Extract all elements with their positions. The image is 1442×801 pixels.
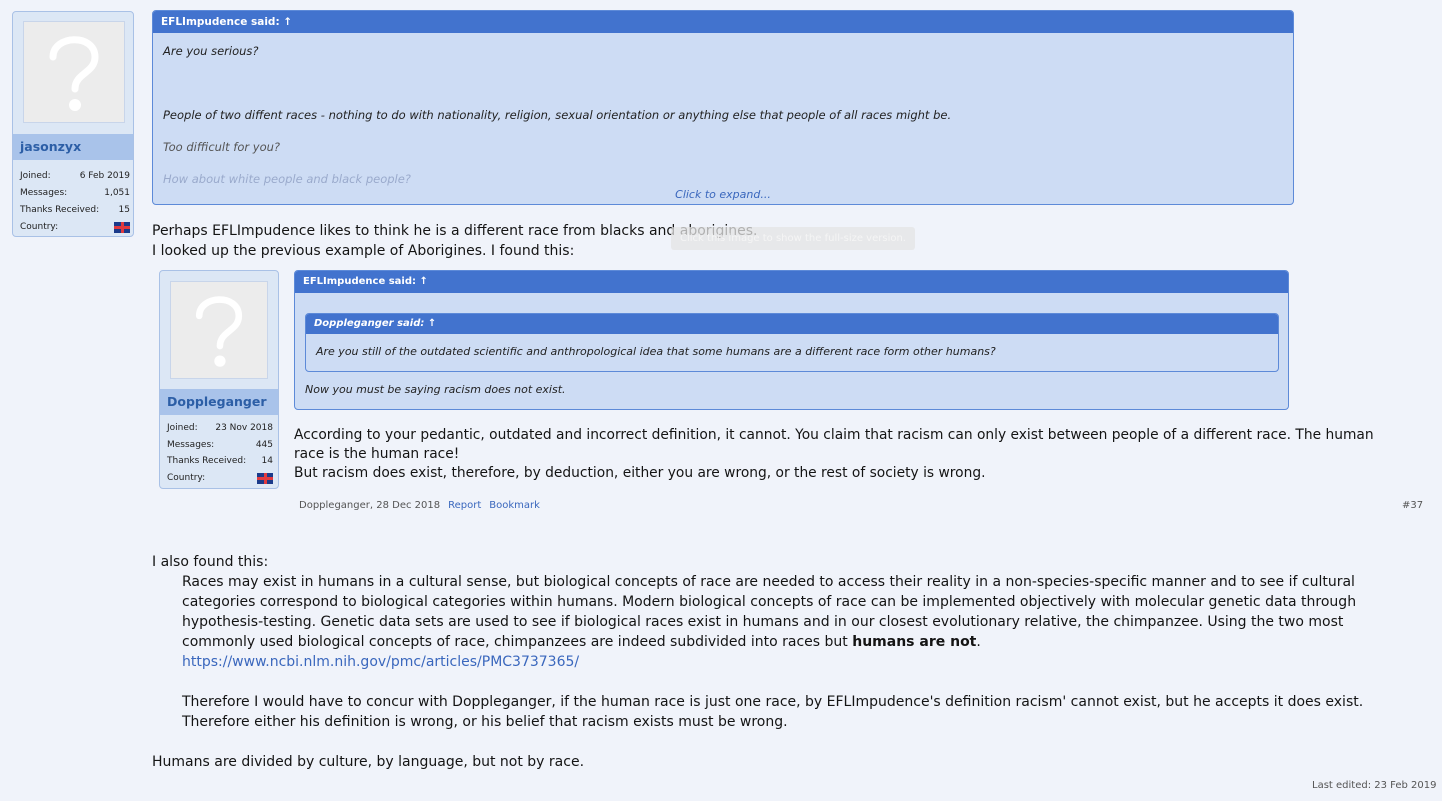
uk-flag-icon	[257, 472, 273, 484]
body-line: I also found this:	[152, 554, 269, 570]
quote-line: People of two diffent races - nothing to…	[163, 108, 952, 122]
citation-bold: humans are not	[852, 634, 977, 650]
country-label: Country:	[167, 472, 206, 483]
post-meta: Doppleganger, 28 Dec 2018 Report Bookmark	[299, 500, 540, 511]
quote-line: How about white people and black people?	[163, 172, 411, 186]
body-line: According to your pedantic, outdated and…	[294, 427, 1374, 443]
nested-quote-block: Doppleganger said: ↑ Are you still of th…	[305, 313, 1279, 372]
nested-quote-header[interactable]: Doppleganger said: ↑	[306, 314, 1278, 334]
post-author-card: jasonzyx Joined: 6 Feb 2019 Messages: 1,05…	[12, 11, 134, 237]
quote-line: Too difficult for you?	[163, 140, 280, 154]
messages-label: Messages:	[167, 439, 215, 450]
uk-flag-icon	[114, 222, 130, 233]
closing-line: Humans are divided by culture, by langua…	[152, 754, 585, 770]
bookmark-link[interactable]: Bookmark	[489, 500, 540, 511]
conclusion-line: Therefore I would have to concur with Do…	[182, 694, 1364, 710]
joined-label: Joined:	[20, 171, 51, 181]
citation-text: .	[976, 634, 981, 650]
thanks-label: Thanks Received:	[20, 205, 100, 215]
body-line: race is the human race!	[294, 446, 460, 462]
citation-line: commonly used biological concepts of rac…	[182, 632, 981, 652]
joined-value: 23 Nov 2018	[215, 423, 273, 433]
messages-value: 445	[255, 439, 273, 450]
messages-value: 1,051	[104, 188, 130, 198]
username[interactable]: Doppleganger	[160, 389, 278, 415]
body-line: But racism does exist, therefore, by ded…	[294, 465, 986, 481]
nested-quote-text: Are you still of the outdated scientific…	[316, 345, 996, 358]
user-stats: Joined: 23 Nov 2018 Messages: 445 Thanks R…	[167, 420, 273, 486]
citation-line: categories correspond to biological cate…	[182, 594, 1357, 610]
default-avatar-icon	[195, 296, 243, 367]
quote-block: EFLImpudence said: ↑ Are you serious? Pe…	[152, 10, 1294, 205]
thanks-label: Thanks Received:	[167, 456, 247, 466]
embedded-quote-block: EFLImpudence said: ↑ Doppleganger said: …	[294, 270, 1289, 410]
user-stats: Joined: 6 Feb 2019 Messages: 1,051 Thanks …	[20, 168, 130, 236]
embedded-user-card: Doppleganger Joined: 23 Nov 2018 Messages…	[159, 270, 279, 489]
default-avatar-icon	[49, 36, 99, 111]
citation-line: Races may exist in humans in a cultural …	[182, 574, 1355, 590]
post-number[interactable]: #37	[1402, 500, 1423, 511]
quote-text: Now you must be saying racism does not e…	[305, 383, 566, 396]
avatar[interactable]	[23, 21, 125, 123]
thanks-value: 15	[118, 205, 130, 215]
joined-value: 6 Feb 2019	[79, 171, 130, 181]
post-author-date[interactable]: Doppleganger, 28 Dec 2018	[299, 500, 440, 511]
body-line: Perhaps EFLImpudence likes to think he i…	[152, 223, 758, 239]
conclusion-line: Therefore either his definition is wrong…	[182, 714, 788, 730]
report-link[interactable]: Report	[448, 500, 481, 511]
quote-line: Are you serious?	[163, 44, 259, 58]
citation-text: commonly used biological concepts of rac…	[182, 634, 853, 650]
last-edited: Last edited: 23 Feb 2019	[1312, 780, 1437, 791]
quote-header[interactable]: EFLImpudence said: ↑	[153, 11, 1293, 33]
body-line: I looked up the previous example of Abor…	[152, 243, 575, 259]
citation-line: hypothesis-testing. Genetic data sets ar…	[182, 614, 1344, 630]
avatar[interactable]	[170, 281, 268, 379]
joined-label: Joined:	[167, 423, 198, 433]
thanks-value: 14	[261, 456, 273, 466]
messages-label: Messages:	[20, 188, 68, 198]
click-to-expand-link[interactable]: Click to expand...	[153, 188, 1293, 201]
source-link[interactable]: https://www.ncbi.nlm.nih.gov/pmc/article…	[182, 652, 579, 672]
username[interactable]: jasonzyx	[13, 134, 133, 160]
quote-header[interactable]: EFLImpudence said: ↑	[295, 271, 1288, 293]
image-tooltip: Click this image to show the full-size v…	[671, 227, 915, 250]
country-label: Country:	[20, 222, 59, 232]
